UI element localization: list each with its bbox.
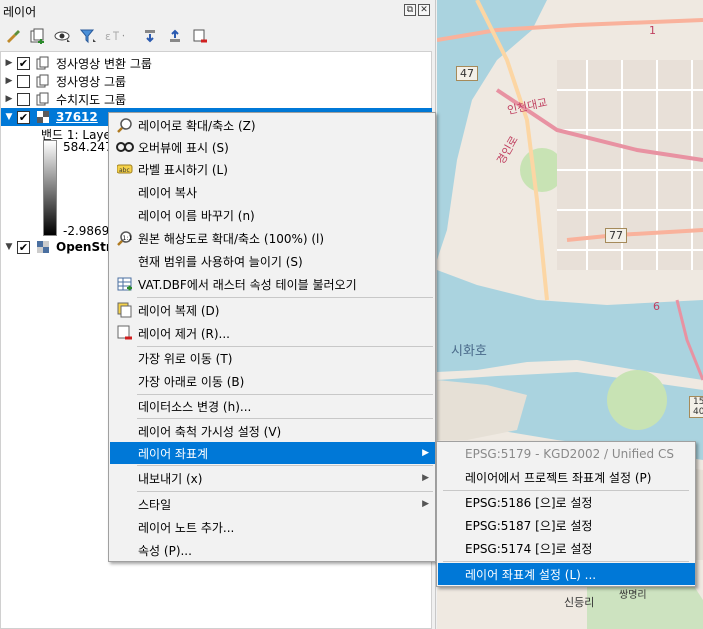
menu-scale-visibility[interactable]: 레이어 축척 가시성 설정 (V) [110, 420, 435, 442]
submenu-set-layer-crs[interactable]: 레이어 좌표계 설정 (L) ... [438, 563, 695, 585]
expand-arrow-icon[interactable]: ▶ [1, 58, 17, 68]
menu-move-to-top[interactable]: 가장 위로 이동 (T) [110, 347, 435, 369]
layer-group-label: 수치지도 그룹 [56, 92, 127, 107]
menu-separator [443, 561, 689, 562]
group-icon [35, 74, 51, 88]
road-number-6: 6 [653, 300, 660, 313]
visibility-checkbox[interactable] [17, 74, 30, 88]
remove-layer-icon[interactable] [190, 27, 210, 45]
eye-icon[interactable] [53, 27, 73, 45]
menu-separator [137, 465, 433, 466]
submenu-arrow-icon: ▶ [422, 448, 429, 458]
submenu-arrow-icon: ▶ [422, 499, 429, 509]
map-label-village: 쌍명리 [619, 590, 647, 601]
table-icon [115, 276, 135, 292]
map-label-sihwaho: 시화호 [451, 344, 487, 359]
visibility-checkbox[interactable]: ✔ [17, 240, 30, 254]
menu-move-to-bottom[interactable]: 가장 아래로 이동 (B) [110, 370, 435, 392]
close-panel-button[interactable]: ✕ [418, 4, 430, 16]
layers-toolbar: ε [0, 24, 436, 48]
layer-group-row[interactable]: ▶ 수치지도 그룹 [1, 90, 432, 108]
svg-text:1:1: 1:1 [123, 235, 133, 242]
group-icon [35, 56, 51, 70]
collapse-arrow-icon[interactable]: ▼ [1, 242, 17, 252]
menu-remove-layer[interactable]: 레이어 제거 (R)... [110, 322, 435, 344]
menu-duplicate-layer[interactable]: 레이어 복제 (D) [110, 299, 435, 321]
submenu-arrow-icon: ▶ [422, 473, 429, 483]
raster-layer-icon [35, 240, 51, 254]
submenu-set-epsg-5174[interactable]: EPSG:5174 [으]로 설정 [438, 537, 695, 559]
submenu-set-epsg-5187[interactable]: EPSG:5187 [으]로 설정 [438, 514, 695, 536]
menu-separator [137, 297, 433, 298]
menu-load-vat-dbf[interactable]: VAT.DBF에서 래스터 속성 테이블 불러오기 [110, 273, 435, 295]
duplicate-icon [115, 302, 135, 318]
expand-arrow-icon[interactable]: ▶ [1, 76, 17, 86]
filter-icon[interactable] [79, 27, 99, 45]
panel-title: 레이어 [3, 5, 37, 19]
group-icon [35, 92, 51, 106]
menu-zoom-native-resolution[interactable]: 1:1 원본 해상도로 확대/축소 (100%) (l) [110, 227, 435, 249]
menu-style[interactable]: 스타일 ▶ [110, 493, 435, 515]
map-label-village: 신등리 [564, 596, 595, 609]
label-icon: abc [115, 163, 135, 175]
layer-group-row[interactable]: ▶ 정사영상 그룹 [1, 72, 432, 90]
expand-arrow-icon[interactable]: ▶ [1, 94, 17, 104]
menu-layer-crs[interactable]: 레이어 좌표계 ▶ [110, 442, 435, 464]
zoom-to-layer-icon [115, 117, 135, 133]
svg-text:abc: abc [119, 167, 130, 174]
submenu-set-project-crs[interactable]: 레이어에서 프로젝트 좌표계 설정 (P) [438, 466, 695, 488]
layer-crs-submenu: EPSG:5179 - KGD2002 / Unified CS 레이어에서 프… [436, 441, 696, 587]
road-number-77: 77 [605, 228, 627, 243]
layer-label: 37612 [56, 110, 98, 124]
remove-icon [115, 325, 135, 341]
menu-show-in-overview[interactable]: 오버뷰에 표시 (S) [110, 136, 435, 158]
menu-change-datasource[interactable]: 데이터소스 변경 (h)... [110, 395, 435, 417]
road-number-1: 1 [649, 24, 656, 37]
menu-properties[interactable]: 속성 (P)... [110, 539, 435, 561]
menu-zoom-to-layer[interactable]: 레이어로 확대/축소 (Z) [110, 114, 435, 136]
style-brush-icon[interactable] [3, 27, 23, 45]
submenu-current-crs: EPSG:5179 - KGD2002 / Unified CS [465, 447, 674, 461]
road-number-47: 47 [456, 66, 478, 81]
add-group-icon[interactable] [27, 27, 47, 45]
menu-add-layer-note[interactable]: 레이어 노트 추가... [110, 516, 435, 538]
visibility-checkbox[interactable] [17, 92, 30, 106]
raster-layer-icon [35, 110, 51, 124]
visibility-checkbox[interactable]: ✔ [17, 110, 30, 124]
submenu-set-epsg-5186[interactable]: EPSG:5186 [으]로 설정 [438, 491, 695, 513]
zoom-native-icon: 1:1 [115, 230, 135, 246]
menu-separator [137, 491, 433, 492]
collapse-arrow-icon[interactable]: ▼ [1, 112, 17, 122]
float-panel-button[interactable]: ⧉ [404, 4, 416, 16]
layer-context-menu: 레이어로 확대/축소 (Z) 오버뷰에 표시 (S) abc 라벨 표시하기 (… [108, 112, 436, 562]
road-number-shield: 15 40 [689, 396, 703, 418]
menu-rename-layer[interactable]: 레이어 이름 바꾸기 (n) [110, 204, 435, 226]
expand-all-icon[interactable] [140, 27, 160, 45]
collapse-all-icon[interactable] [165, 27, 185, 45]
color-ramp [43, 140, 57, 236]
filter-expression-icon[interactable]: ε [104, 27, 124, 45]
menu-show-labels[interactable]: abc 라벨 표시하기 (L) [110, 158, 435, 180]
layer-group-label: 정사영상 그룹 [56, 74, 127, 89]
layer-label: OpenStr [56, 240, 112, 254]
visibility-checkbox[interactable]: ✔ [17, 56, 30, 70]
layer-group-label: 정사영상 변환 그룹 [56, 56, 152, 71]
layer-group-row[interactable]: ▶ ✔ 정사영상 변환 그룹 [1, 54, 432, 72]
menu-separator [137, 418, 433, 419]
menu-copy-layer[interactable]: 레이어 복사 [110, 181, 435, 203]
menu-export[interactable]: 내보내기 (x) ▶ [110, 467, 435, 489]
overview-icon [115, 140, 135, 154]
menu-stretch-current-extent[interactable]: 현재 범위를 사용하여 늘이기 (S) [110, 250, 435, 272]
svg-text:ε: ε [105, 30, 111, 43]
